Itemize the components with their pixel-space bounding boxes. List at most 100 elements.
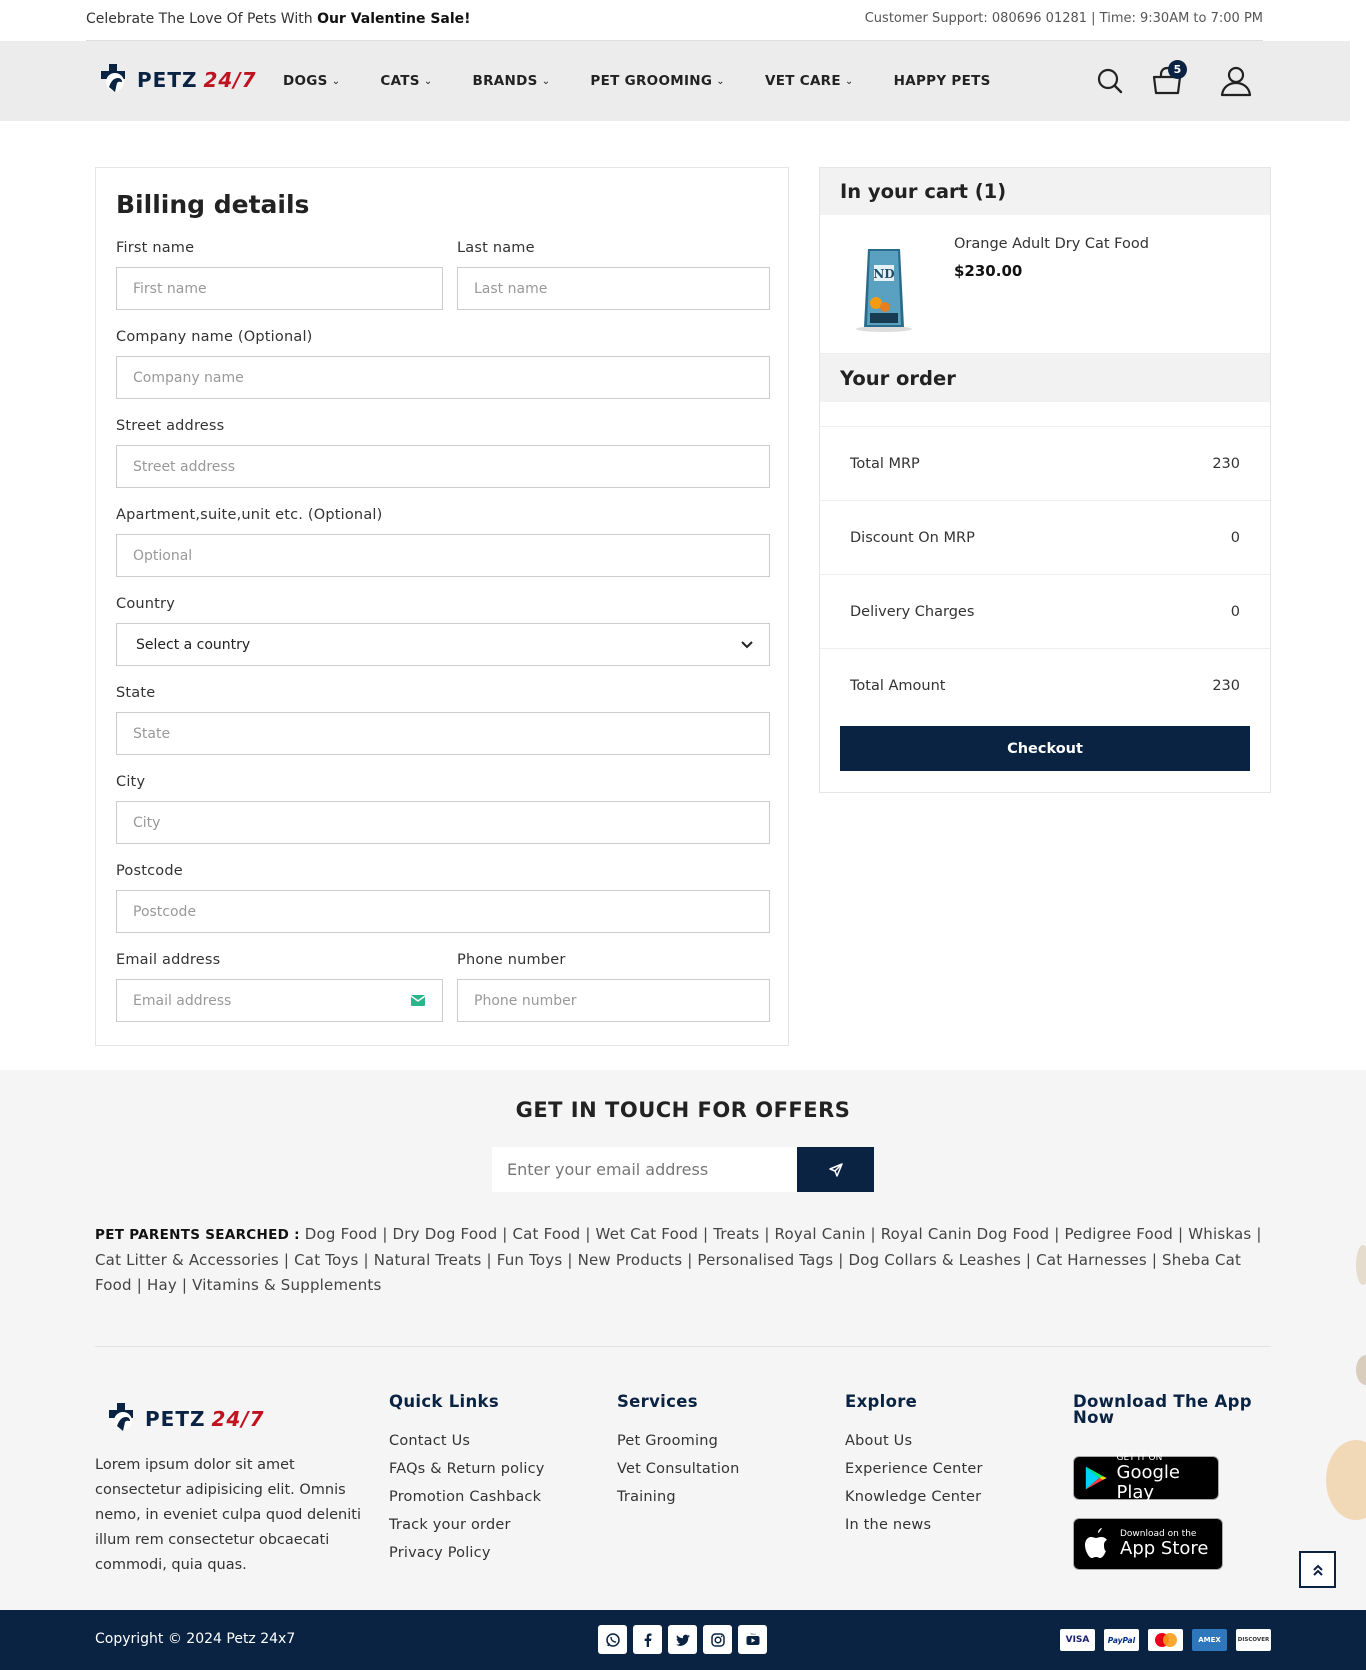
amex-card-icon: AMEX — [1192, 1629, 1227, 1651]
last-name-group: Last name Last name — [457, 240, 770, 310]
order-row-discount: Discount On MRP 0 — [820, 501, 1270, 575]
postcode-input[interactable]: Postcode — [116, 890, 770, 933]
first-name-label: First name — [116, 240, 195, 256]
country-select[interactable]: Select a country — [116, 623, 770, 666]
phone-label: Phone number — [457, 952, 566, 968]
app-store-badge[interactable]: Download on the App Store — [1073, 1518, 1223, 1570]
cart-count-badge: 5 — [1168, 60, 1187, 79]
google-play-badge[interactable]: GET IT ON Google Play — [1073, 1453, 1219, 1503]
nav-menu: DOGS ⌄ CATS ⌄ BRANDS ⌄ PET GROOMING ⌄ VET CA… — [283, 41, 1031, 121]
decorative-egg — [1326, 1440, 1366, 1520]
order-spacer — [820, 402, 1270, 427]
nav-item-brands[interactable]: BRANDS ⌄ — [473, 73, 551, 89]
footer-link-cashback[interactable]: Promotion Cashback — [389, 1489, 545, 1505]
paw-cross-icon — [101, 64, 125, 92]
nav-item-pet-grooming[interactable]: PET GROOMING ⌄ — [590, 73, 725, 89]
footer-link-privacy[interactable]: Privacy Policy — [389, 1545, 545, 1561]
bottom-bar: Copyright © 2024 Petz 24x7 You VISA PayP… — [0, 1610, 1366, 1670]
footer-divider — [95, 1346, 1271, 1347]
paw-cross-icon — [109, 1403, 133, 1431]
street-input[interactable]: Street address — [116, 445, 770, 488]
logo-text-247: 24/7 — [203, 68, 257, 92]
city-input[interactable]: City — [116, 801, 770, 844]
chevron-down-icon: ⌄ — [541, 75, 551, 87]
footer-link-track-order[interactable]: Track your order — [389, 1517, 545, 1533]
send-icon — [828, 1162, 843, 1177]
paypal-card-icon: PayPal — [1104, 1629, 1139, 1651]
footer-link-in-the-news[interactable]: In the news — [845, 1517, 983, 1533]
whatsapp-icon[interactable] — [598, 1625, 627, 1654]
app-store-big-text: App Store — [1120, 1538, 1209, 1559]
last-name-input[interactable]: Last name — [457, 267, 770, 310]
order-row-total-mrp: Total MRP 230 — [820, 427, 1270, 501]
nav-item-dogs[interactable]: DOGS ⌄ — [283, 73, 340, 89]
decorative-egg — [1356, 1245, 1366, 1285]
google-play-big-text: Google Play — [1116, 1462, 1180, 1503]
company-input[interactable]: Company name — [116, 356, 770, 399]
facebook-icon[interactable] — [633, 1625, 662, 1654]
offers-title: GET IN TOUCH FOR OFFERS — [515, 1098, 851, 1122]
top-bar: Celebrate The Love Of Pets With Our Vale… — [0, 0, 1366, 41]
chevron-down-icon: ⌄ — [331, 75, 341, 87]
newsletter-email-input[interactable]: Enter your email address — [492, 1147, 797, 1192]
newsletter-form: Enter your email address — [492, 1147, 874, 1192]
footer-logo[interactable]: PETZ 24/7 — [101, 1400, 265, 1438]
nav-item-vet-care[interactable]: VET CARE ⌄ — [765, 73, 854, 89]
nav-item-cats[interactable]: CATS ⌄ — [380, 73, 432, 89]
footer-link-faqs[interactable]: FAQs & Return policy — [389, 1461, 545, 1477]
logo-text-petz: PETZ — [145, 1407, 206, 1431]
country-group: Country Select a country — [116, 596, 770, 666]
user-account-icon[interactable] — [1218, 63, 1254, 99]
email-label: Email address — [116, 952, 221, 968]
chevron-down-icon — [741, 640, 753, 648]
last-name-label: Last name — [457, 240, 535, 256]
site-logo[interactable]: PETZ 24/7 — [93, 61, 257, 99]
first-name-group: First name First name — [116, 240, 443, 310]
footer-quick-links: Quick Links Contact Us FAQs & Return pol… — [389, 1393, 545, 1573]
postcode-group: Postcode Postcode — [116, 863, 770, 933]
footer-link-about-us[interactable]: About Us — [845, 1433, 983, 1449]
double-chevron-up-icon — [1312, 1564, 1323, 1576]
nav-item-happy-pets[interactable]: HAPPY PETS — [894, 73, 991, 89]
phone-input[interactable]: Phone number — [457, 979, 770, 1022]
svg-text:You: You — [750, 1632, 755, 1636]
email-input-placeholder: Email address — [133, 992, 232, 1009]
newsletter-submit-button[interactable] — [797, 1147, 874, 1192]
email-input[interactable]: Email address — [116, 979, 443, 1022]
state-label: State — [116, 685, 156, 701]
search-icon[interactable] — [1092, 63, 1128, 99]
customer-support-info: Customer Support: 080696 01281 | Time: 9… — [864, 11, 1263, 26]
city-label: City — [116, 774, 146, 790]
twitter-icon[interactable] — [668, 1625, 697, 1654]
chevron-down-icon: ⌄ — [844, 75, 854, 87]
footer-link-experience-center[interactable]: Experience Center — [845, 1461, 983, 1477]
cart-item-name[interactable]: Orange Adult Dry Cat Food — [954, 236, 1149, 252]
email-group: Email address Email address — [116, 952, 443, 1022]
footer-link-contact-us[interactable]: Contact Us — [389, 1433, 545, 1449]
svg-text:ND: ND — [873, 267, 894, 281]
discover-card-icon: DISCOVER — [1236, 1629, 1271, 1651]
promo-highlight[interactable]: Our Valentine Sale! — [317, 11, 470, 27]
explore-title: Explore — [845, 1392, 918, 1411]
footer-link-pet-grooming[interactable]: Pet Grooming — [617, 1433, 740, 1449]
instagram-icon[interactable] — [703, 1625, 732, 1654]
email-autofill-icon[interactable] — [410, 994, 426, 1007]
state-input[interactable]: State — [116, 712, 770, 755]
footer-link-vet-consultation[interactable]: Vet Consultation — [617, 1461, 740, 1477]
scroll-to-top-button[interactable] — [1299, 1551, 1336, 1588]
promo-banner: Celebrate The Love Of Pets With Our Vale… — [86, 11, 471, 27]
billing-title: Billing details — [116, 190, 310, 219]
youtube-icon[interactable]: You — [738, 1625, 767, 1654]
apartment-input[interactable]: Optional — [116, 534, 770, 577]
footer-link-knowledge-center[interactable]: Knowledge Center — [845, 1489, 983, 1505]
billing-details-form: Billing details First name First name La… — [95, 167, 789, 1046]
product-image[interactable]: ND — [854, 243, 914, 333]
order-title: Your order — [820, 354, 1270, 402]
city-group: City City — [116, 774, 770, 844]
footer-services: Services Pet Grooming Vet Consultation T… — [617, 1393, 740, 1517]
newsletter-footer-section: GET IN TOUCH FOR OFFERS Enter your email… — [0, 1070, 1366, 1610]
first-name-input[interactable]: First name — [116, 267, 443, 310]
footer-link-training[interactable]: Training — [617, 1489, 740, 1505]
cart-button[interactable]: 5 — [1149, 60, 1187, 99]
checkout-button[interactable]: Checkout — [840, 726, 1250, 771]
